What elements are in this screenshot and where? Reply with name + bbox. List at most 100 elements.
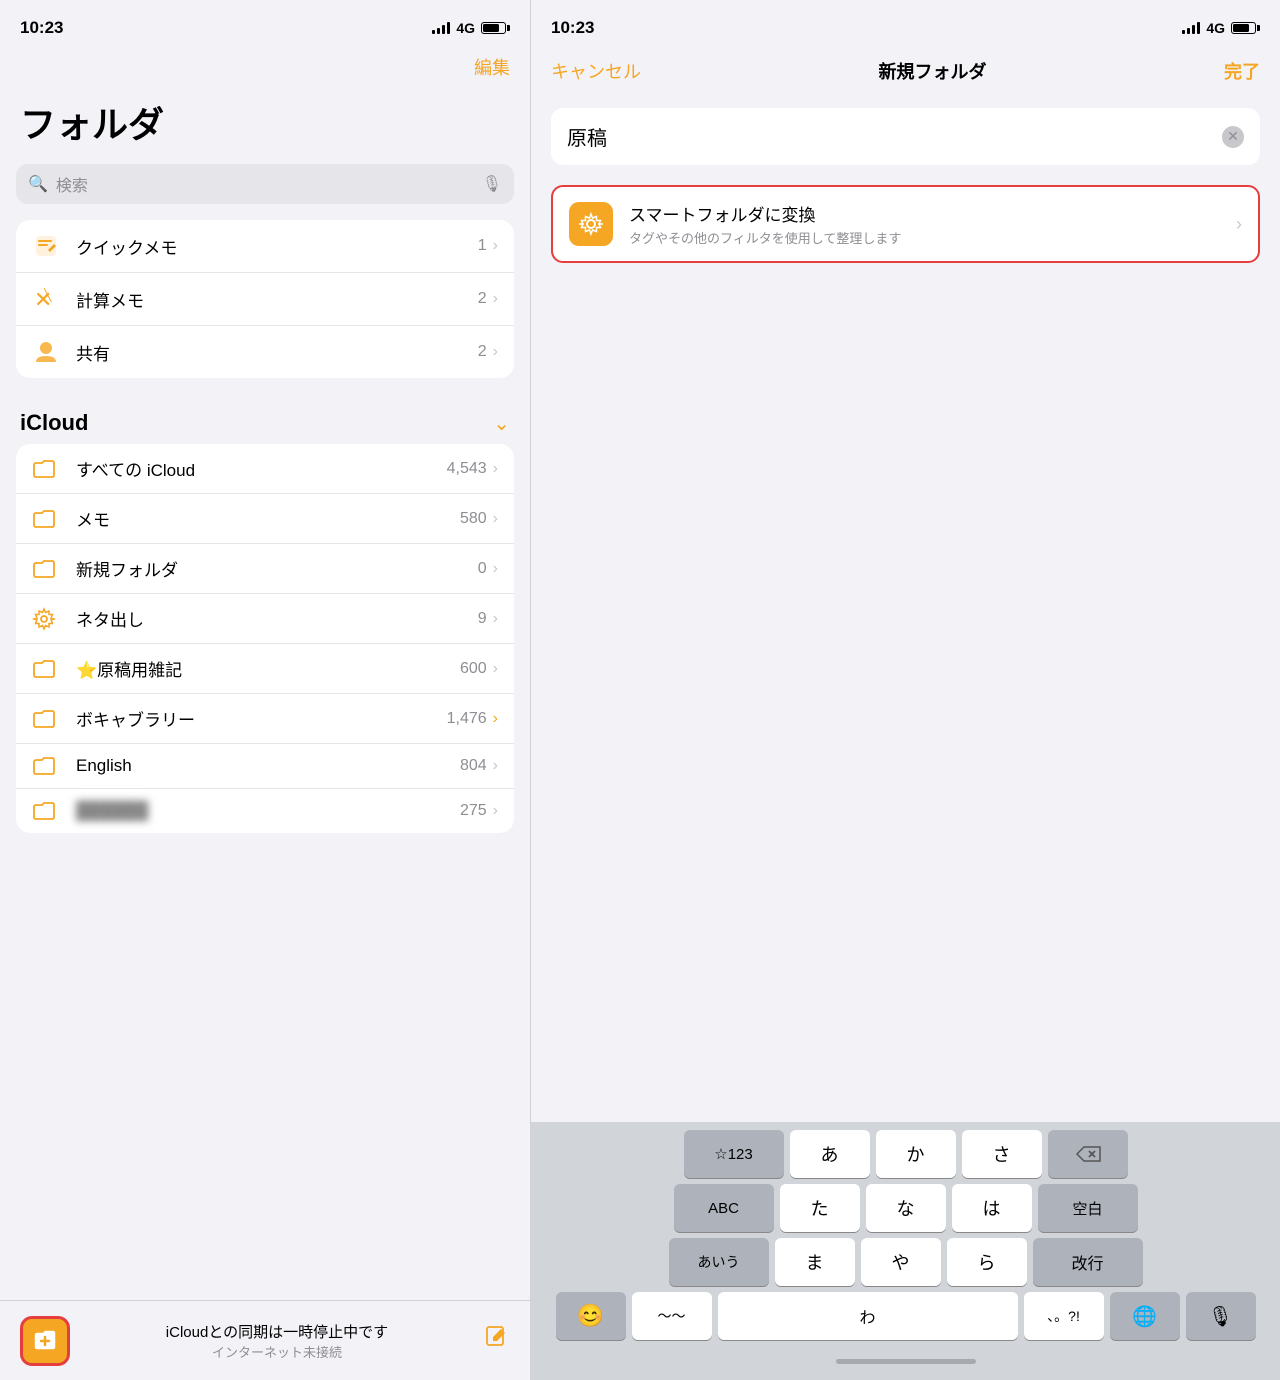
- key-na[interactable]: な: [866, 1184, 946, 1232]
- key-sa[interactable]: さ: [962, 1130, 1042, 1178]
- chevron-icon: ›: [493, 343, 498, 361]
- folder-name: ボキャブラリー: [76, 706, 447, 731]
- chevron-icon: ›: [493, 660, 498, 678]
- folder-name: 計算メモ: [76, 287, 478, 312]
- folder-icon: [32, 459, 64, 479]
- done-button[interactable]: 完了: [1224, 58, 1260, 84]
- space-key[interactable]: 空白: [1038, 1184, 1138, 1232]
- right-signal-bars: [1182, 22, 1200, 34]
- smart-folder-card[interactable]: スマートフォルダに変換 タグやその他のフィルタを使用して整理します ›: [551, 185, 1260, 263]
- right-network-label: 4G: [1206, 20, 1225, 36]
- folder-count: 0: [478, 560, 487, 578]
- search-icon: 🔍: [28, 174, 48, 194]
- list-item[interactable]: メモ 580 ›: [16, 494, 514, 544]
- key-aiuu[interactable]: あいう: [669, 1238, 769, 1286]
- folder-icon: [32, 801, 64, 821]
- sync-status: iCloudとの同期は一時停止中です インターネット未接続: [70, 1321, 484, 1361]
- folder-name: クイックメモ: [76, 234, 478, 259]
- key-ta[interactable]: た: [780, 1184, 860, 1232]
- folder-name: すべての iCloud: [76, 456, 447, 481]
- keyboard-row-3: あいう ま や ら 改行: [535, 1238, 1276, 1286]
- content-area: [551, 279, 1260, 1114]
- folder-icon: [32, 509, 64, 529]
- input-value[interactable]: 原稿: [567, 122, 607, 151]
- new-folder-button[interactable]: [20, 1316, 70, 1366]
- keyboard-row-4: 😊 〜〜 わ 、。?! 🌐 🎙: [535, 1292, 1276, 1340]
- right-status-bar: 10:23 4G: [531, 0, 1280, 50]
- keyboard-row-1: ☆123 あ か さ: [535, 1130, 1276, 1178]
- calc-icon: ✕ ╲: [32, 285, 64, 313]
- folder-name: 新規フォルダ: [76, 556, 478, 581]
- smart-folder-chevron-icon: ›: [1236, 214, 1242, 235]
- icloud-folder-list: すべての iCloud 4,543 › メモ 580 › 新規フォルダ 0: [16, 444, 514, 833]
- folder-name-input[interactable]: 原稿 ✕: [551, 108, 1260, 165]
- key-punctuation[interactable]: 、。?!: [1024, 1292, 1104, 1340]
- key-ra[interactable]: ら: [947, 1238, 1027, 1286]
- mic-icon[interactable]: 🎙: [482, 174, 502, 194]
- left-panel: 10:23 4G 編集 フォルダ 🔍 検索 🎙: [0, 0, 530, 1380]
- list-item[interactable]: ██████ 275 ›: [16, 789, 514, 833]
- list-item[interactable]: ネタ出し 9 ›: [16, 594, 514, 644]
- return-key[interactable]: 改行: [1033, 1238, 1143, 1286]
- folder-count: 580: [460, 510, 487, 528]
- keyboard[interactable]: ☆123 あ か さ ABC た な は 空白 あいう ま や ら: [531, 1122, 1280, 1380]
- list-item[interactable]: 共有 2 ›: [16, 326, 514, 378]
- emoji-key[interactable]: 😊: [556, 1292, 626, 1340]
- folder-count: 1,476: [447, 710, 487, 728]
- list-item[interactable]: ⭐原稿用雑記 600 ›: [16, 644, 514, 694]
- list-item[interactable]: English 804 ›: [16, 744, 514, 789]
- list-item[interactable]: クイックメモ 1 ›: [16, 220, 514, 273]
- delete-key[interactable]: [1048, 1130, 1128, 1178]
- compose-button[interactable]: [484, 1324, 510, 1357]
- folder-count: 600: [460, 660, 487, 678]
- network-label: 4G: [456, 20, 475, 36]
- smart-folder-title: スマートフォルダに変換: [629, 201, 1220, 226]
- icloud-collapse-icon[interactable]: ⌄: [493, 411, 510, 436]
- mic-key[interactable]: 🌐: [1110, 1292, 1180, 1340]
- page-title: フォルダ: [0, 88, 530, 164]
- chevron-icon: ›: [493, 757, 498, 775]
- chevron-icon: ›: [493, 710, 498, 728]
- folder-name: ネタ出し: [76, 606, 478, 631]
- key-switch[interactable]: ☆123: [684, 1130, 784, 1178]
- key-a[interactable]: あ: [790, 1130, 870, 1178]
- key-tilde[interactable]: 〜〜: [632, 1292, 712, 1340]
- search-bar[interactable]: 🔍 検索 🎙: [16, 164, 514, 204]
- folder-icon: [32, 756, 64, 776]
- voice-key[interactable]: 🎙: [1186, 1292, 1256, 1340]
- list-item[interactable]: ボキャブラリー 1,476 ›: [16, 694, 514, 744]
- sync-status-sub: インターネット未接続: [70, 1342, 484, 1361]
- key-wa[interactable]: わ: [718, 1292, 1018, 1340]
- folder-name: 共有: [76, 340, 478, 365]
- right-nav: キャンセル 新規フォルダ 完了: [531, 50, 1280, 96]
- cancel-button[interactable]: キャンセル: [551, 58, 641, 84]
- list-item[interactable]: ✕ ╲ 計算メモ 2 ›: [16, 273, 514, 326]
- folder-icon: [32, 659, 64, 679]
- key-ha[interactable]: は: [952, 1184, 1032, 1232]
- folder-icon: [32, 709, 64, 729]
- left-time: 10:23: [20, 18, 63, 38]
- smart-folder-subtitle: タグやその他のフィルタを使用して整理します: [629, 228, 1220, 247]
- folder-count: 2: [478, 290, 487, 308]
- folder-count: 9: [478, 610, 487, 628]
- icloud-section-title: iCloud: [20, 410, 88, 436]
- edit-button[interactable]: 編集: [474, 54, 510, 80]
- right-status-icons: 4G: [1182, 20, 1260, 36]
- key-ka[interactable]: か: [876, 1130, 956, 1178]
- folder-count: 1: [478, 237, 487, 255]
- key-ya[interactable]: や: [861, 1238, 941, 1286]
- home-indicator: [535, 1346, 1276, 1376]
- right-battery-icon: [1231, 22, 1260, 34]
- clear-input-button[interactable]: ✕: [1222, 126, 1244, 148]
- folder-name: ⭐原稿用雑記: [76, 656, 460, 681]
- list-item[interactable]: 新規フォルダ 0 ›: [16, 544, 514, 594]
- keyboard-row-2: ABC た な は 空白: [535, 1184, 1276, 1232]
- folder-name: English: [76, 756, 460, 776]
- folder-name: メモ: [76, 506, 460, 531]
- key-ma[interactable]: ま: [775, 1238, 855, 1286]
- key-abc[interactable]: ABC: [674, 1184, 774, 1232]
- list-item[interactable]: すべての iCloud 4,543 ›: [16, 444, 514, 494]
- right-time: 10:23: [551, 18, 594, 38]
- nav-title: 新規フォルダ: [879, 58, 987, 84]
- chevron-icon: ›: [493, 460, 498, 478]
